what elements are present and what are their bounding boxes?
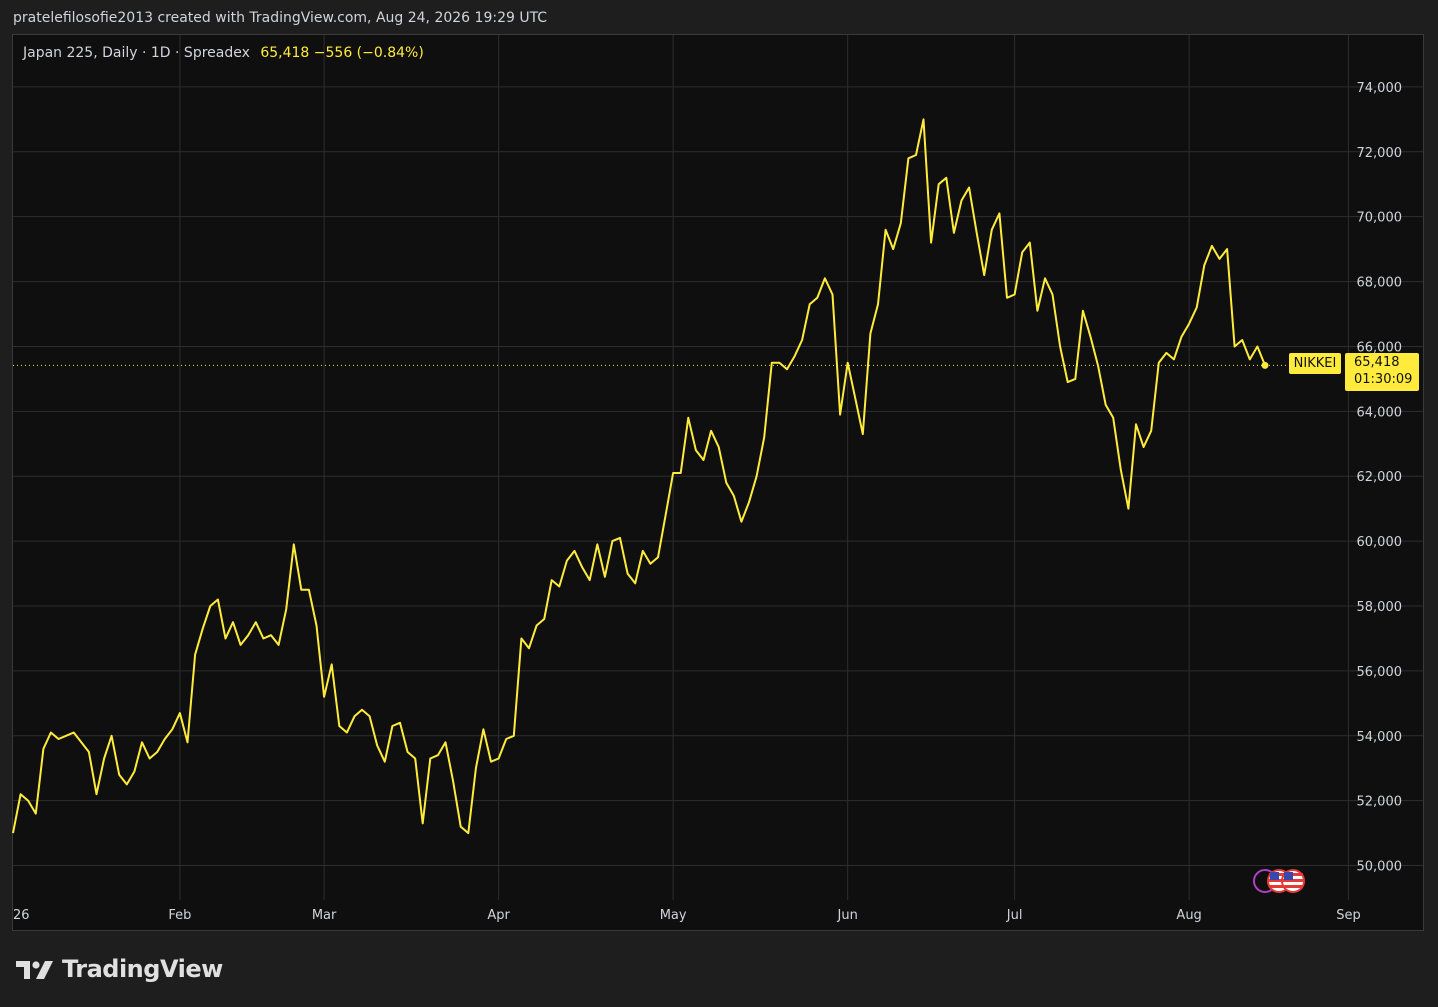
y-tick-label: 58,000 bbox=[1357, 600, 1403, 615]
x-tick-label: Sep bbox=[1336, 908, 1361, 923]
last-price-dot bbox=[1261, 361, 1269, 369]
x-tick-label: Mar bbox=[312, 908, 337, 923]
chart-legend: Japan 225, Daily · 1D · Spreadex 65,418 … bbox=[23, 45, 424, 61]
time-axis: 26 Feb Mar Apr May Jun Jul Aug Sep bbox=[13, 908, 1361, 923]
x-tick-label: Feb bbox=[168, 908, 191, 923]
price-chart[interactable]: 50,000 52,000 54,000 56,000 58,000 60,000 62,0… bbox=[0, 0, 1438, 1007]
symbol-tag: NIKKEI bbox=[1289, 353, 1341, 374]
price-tag-countdown: 01:30:09 bbox=[1354, 372, 1413, 387]
y-tick-label: 68,000 bbox=[1357, 276, 1403, 291]
y-tick-label: 72,000 bbox=[1357, 146, 1403, 161]
legend-price-change: 65,418 −556 (−0.84%) bbox=[260, 45, 424, 61]
price-axis: 50,000 52,000 54,000 56,000 58,000 60,000 62,0… bbox=[1357, 81, 1403, 875]
y-tick-label: 74,000 bbox=[1357, 81, 1403, 96]
x-tick-label: May bbox=[660, 908, 687, 923]
y-tick-label: 62,000 bbox=[1357, 470, 1403, 485]
x-tick-label: 26 bbox=[13, 908, 30, 923]
chart-grid bbox=[13, 35, 1423, 900]
x-tick-label: Aug bbox=[1176, 908, 1201, 923]
y-tick-label: 52,000 bbox=[1357, 795, 1403, 810]
x-tick-label: Jun bbox=[837, 908, 858, 923]
brand-name: TradingView bbox=[62, 955, 223, 983]
y-tick-label: 70,000 bbox=[1357, 211, 1403, 226]
x-tick-label: Apr bbox=[487, 908, 510, 923]
y-tick-label: 50,000 bbox=[1357, 860, 1403, 875]
legend-symbol: Japan 225, Daily · 1D · Spreadex bbox=[23, 45, 250, 61]
price-tag-value: 65,418 bbox=[1354, 355, 1400, 370]
y-tick-label: 64,000 bbox=[1357, 405, 1403, 420]
tradingview-logo-icon bbox=[16, 961, 53, 979]
y-tick-label: 54,000 bbox=[1357, 730, 1403, 745]
y-tick-label: 56,000 bbox=[1357, 665, 1403, 680]
price-tag: 65,418 01:30:09 bbox=[1345, 353, 1419, 391]
y-tick-label: 60,000 bbox=[1357, 535, 1403, 550]
tradingview-brand[interactable]: TradingView bbox=[16, 955, 223, 983]
x-tick-label: Jul bbox=[1006, 908, 1023, 923]
us-flag-icon[interactable] bbox=[1252, 868, 1308, 894]
